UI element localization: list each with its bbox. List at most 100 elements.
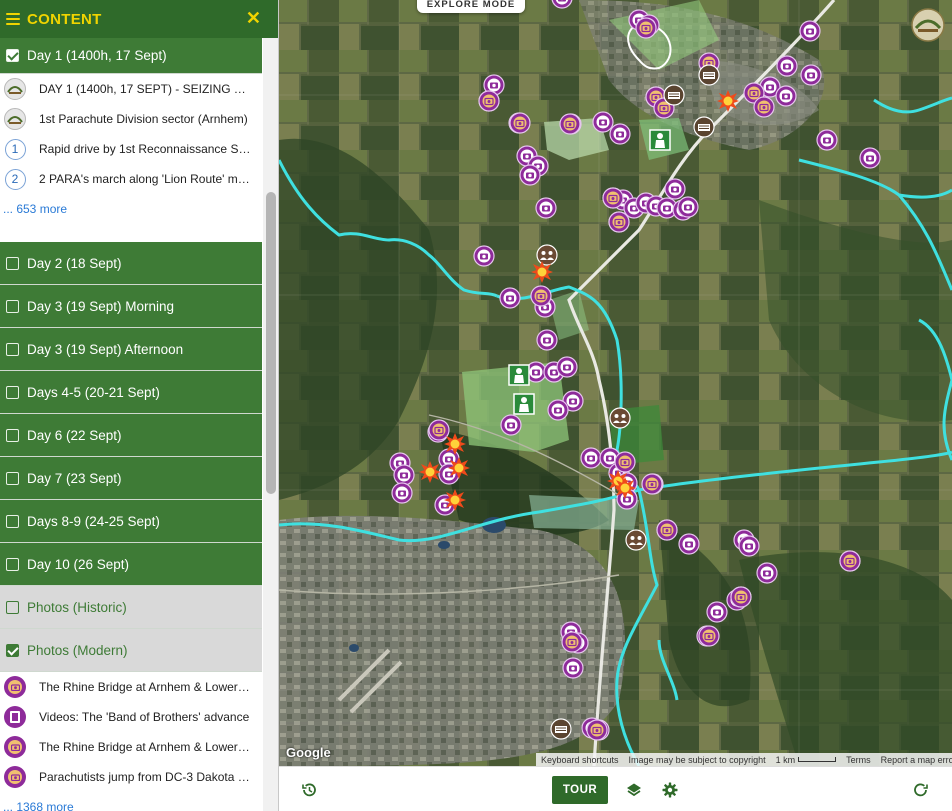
soldier-marker[interactable] xyxy=(508,364,530,386)
photo-marker[interactable] xyxy=(641,473,663,495)
camera-marker[interactable] xyxy=(551,0,573,9)
explosion-marker[interactable] xyxy=(444,433,466,455)
photo-marker[interactable] xyxy=(602,187,624,209)
photo-marker[interactable] xyxy=(478,90,500,112)
explosion-marker[interactable] xyxy=(614,477,636,499)
photo-marker[interactable] xyxy=(559,113,581,135)
list-item[interactable]: Videos: The 'Band of Brothers' advance xyxy=(0,702,262,732)
menu-icon[interactable] xyxy=(6,13,20,25)
list-item[interactable]: Parachutists jump from DC-3 Dakota aircr… xyxy=(0,762,262,792)
gear-icon[interactable] xyxy=(661,781,679,799)
explosion-marker[interactable] xyxy=(419,461,441,483)
checkbox-icon[interactable] xyxy=(6,342,19,356)
camera-marker[interactable] xyxy=(799,20,821,42)
section-toggle[interactable]: Day 7 (23 Sept) xyxy=(0,457,262,500)
section-toggle[interactable]: Day 6 (22 Sept) xyxy=(0,414,262,457)
camera-marker[interactable] xyxy=(547,399,569,421)
explosion-marker[interactable] xyxy=(531,261,553,283)
section-toggle[interactable]: Day 3 (19 Sept) Afternoon xyxy=(0,328,262,371)
checkbox-checked-icon[interactable] xyxy=(6,643,19,657)
explosion-marker[interactable] xyxy=(717,90,739,112)
photo-marker[interactable] xyxy=(730,586,752,608)
list-item[interactable]: 1 Rapid drive by 1st Reconnaissance Squad… xyxy=(0,134,262,164)
camera-marker[interactable] xyxy=(535,197,557,219)
scrollbar-thumb[interactable] xyxy=(266,192,276,494)
list-item[interactable]: 2 2 PARA's march along 'Lion Route' march xyxy=(0,164,262,194)
camera-marker[interactable] xyxy=(800,64,822,86)
list-item[interactable]: The Rhine Bridge at Arnhem & Lower Rhine xyxy=(0,672,262,702)
camera-marker[interactable] xyxy=(499,287,521,309)
checkbox-icon[interactable] xyxy=(6,557,19,571)
photo-marker[interactable] xyxy=(608,211,630,233)
camera-marker[interactable] xyxy=(706,601,728,623)
camera-marker[interactable] xyxy=(473,245,495,267)
photo-marker[interactable] xyxy=(753,96,775,118)
history-icon[interactable] xyxy=(300,781,318,799)
close-icon[interactable]: ✕ xyxy=(246,9,261,27)
camera-marker[interactable] xyxy=(775,85,797,107)
section-toggle[interactable]: Day 10 (26 Sept) xyxy=(0,543,262,586)
terms-link[interactable]: Terms xyxy=(841,755,876,765)
section-toggle[interactable]: Day 1 (1400h, 17 Sept) xyxy=(0,38,262,74)
camera-marker[interactable] xyxy=(677,196,699,218)
photo-marker[interactable] xyxy=(586,719,608,741)
section-toggle[interactable]: Day 3 (19 Sept) Morning xyxy=(0,285,262,328)
photo-marker[interactable] xyxy=(509,112,531,134)
camera-marker[interactable] xyxy=(609,123,631,145)
building-marker[interactable] xyxy=(698,64,720,86)
list-item[interactable]: The Rhine Bridge at Arnhem & Lower Rhine xyxy=(0,732,262,762)
camera-marker[interactable] xyxy=(562,657,584,679)
checkbox-icon[interactable] xyxy=(6,385,19,399)
show-more-link[interactable]: ... 1368 more xyxy=(0,792,262,811)
checkbox-icon[interactable] xyxy=(6,428,19,442)
photo-marker[interactable] xyxy=(656,519,678,541)
list-item[interactable]: DAY 1 (1400h, 17 SEPT) - SEIZING THE BRI… xyxy=(0,74,262,104)
camera-marker[interactable] xyxy=(776,55,798,77)
scale-bar[interactable]: 1 km xyxy=(771,755,842,765)
sidebar-scrollbar[interactable] xyxy=(263,38,278,811)
group-marker[interactable] xyxy=(609,407,631,429)
camera-marker[interactable] xyxy=(738,535,760,557)
checkbox-icon[interactable] xyxy=(6,600,19,614)
camera-marker[interactable] xyxy=(816,129,838,151)
camera-marker[interactable] xyxy=(536,329,558,351)
show-more-link[interactable]: ... 653 more xyxy=(0,194,262,224)
layers-icon[interactable] xyxy=(625,781,643,799)
photo-marker[interactable] xyxy=(839,550,861,572)
group-marker[interactable] xyxy=(625,529,647,551)
camera-marker[interactable] xyxy=(500,414,522,436)
list-item[interactable]: 1st Parachute Division sector (Arnhem) xyxy=(0,104,262,134)
soldier-marker[interactable] xyxy=(649,129,671,151)
checkbox-icon[interactable] xyxy=(6,471,19,485)
photo-marker[interactable] xyxy=(698,625,720,647)
photo-marker[interactable] xyxy=(635,17,657,39)
camera-marker[interactable] xyxy=(519,164,541,186)
checkbox-icon[interactable] xyxy=(6,256,19,270)
section-toggle[interactable]: Photos (Historic) xyxy=(0,586,262,629)
redo-icon[interactable] xyxy=(912,781,930,799)
report-map-error-link[interactable]: Report a map error xyxy=(876,755,952,765)
section-toggle[interactable]: Day 2 (18 Sept) xyxy=(0,242,262,285)
photo-marker[interactable] xyxy=(561,631,583,653)
building-marker[interactable] xyxy=(550,718,572,740)
soldier-marker[interactable] xyxy=(513,393,535,415)
explore-mode-toggle[interactable]: EXPLORE MODE xyxy=(417,0,525,13)
section-toggle[interactable]: Days 8-9 (24-25 Sept) xyxy=(0,500,262,543)
satellite-map[interactable]: EXPLORE MODE Google Keyboard shortcuts I… xyxy=(279,0,952,766)
camera-marker[interactable] xyxy=(556,356,578,378)
section-toggle[interactable]: Days 4-5 (20-21 Sept) xyxy=(0,371,262,414)
camera-marker[interactable] xyxy=(756,562,778,584)
section-toggle[interactable]: Photos (Modern) xyxy=(0,629,262,672)
camera-marker[interactable] xyxy=(391,482,413,504)
explosion-marker[interactable] xyxy=(448,457,470,479)
building-marker[interactable] xyxy=(663,84,685,106)
checkbox-icon[interactable] xyxy=(6,299,19,313)
building-marker[interactable] xyxy=(693,116,715,138)
tour-button[interactable]: TOUR xyxy=(552,776,608,804)
keyboard-shortcuts-link[interactable]: Keyboard shortcuts xyxy=(536,755,624,765)
checkbox-icon[interactable] xyxy=(6,514,19,528)
camera-marker[interactable] xyxy=(678,533,700,555)
explosion-marker[interactable] xyxy=(444,489,466,511)
photo-marker[interactable] xyxy=(530,285,552,307)
checkbox-checked-icon[interactable] xyxy=(6,49,19,62)
